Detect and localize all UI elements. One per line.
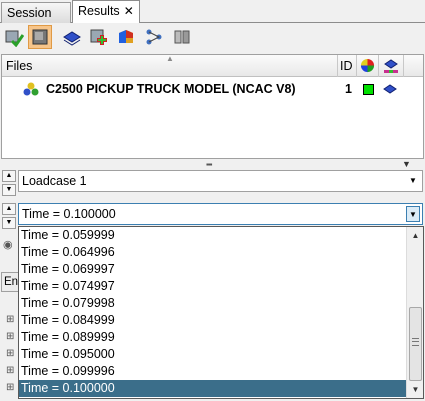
loadcase-select[interactable]: Loadcase 1 ▼	[18, 170, 423, 192]
panel-splitter[interactable]	[0, 159, 425, 167]
table-row[interactable]: C2500 PICKUP TRUCK MODEL (NCAC V8) 1	[2, 79, 423, 99]
tab-results-label: Results	[78, 4, 120, 18]
tab-results[interactable]: Results ✕	[72, 0, 140, 23]
list-item[interactable]: Time = 0.069997	[19, 261, 406, 278]
scroll-thumb[interactable]	[409, 307, 422, 381]
expand-icon[interactable]: ⊞	[6, 331, 17, 342]
column-color[interactable]	[357, 55, 379, 77]
close-icon[interactable]: ✕	[124, 4, 134, 18]
tab-strip: Session Results ✕	[0, 0, 425, 23]
list-item[interactable]: Time = 0.074997	[19, 278, 406, 295]
list-item[interactable]: Time = 0.059999	[19, 227, 406, 244]
tab-session-label: Session	[7, 6, 52, 20]
eye-icon[interactable]: ◉	[3, 238, 13, 251]
time-prev-button[interactable]: ▲	[2, 203, 16, 215]
list-item[interactable]: Time = 0.095000	[19, 346, 406, 363]
model-icon	[23, 82, 39, 96]
column-id-label: ID	[340, 59, 353, 73]
layer-visibility-icon[interactable]	[383, 83, 397, 95]
contour-icon	[119, 30, 133, 43]
time-dropdown-list[interactable]: Time = 0.059999 Time = 0.064996 Time = 0…	[18, 226, 424, 399]
model-name: C2500 PICKUP TRUCK MODEL (NCAC V8)	[46, 82, 296, 96]
components-button[interactable]	[170, 25, 194, 49]
chevron-down-icon[interactable]: ▼	[406, 206, 420, 222]
loadcase-value: Loadcase 1	[22, 174, 87, 188]
display-button[interactable]	[28, 25, 52, 49]
list-item[interactable]: Time = 0.089999	[19, 329, 406, 346]
sort-arrow-icon: ▲	[166, 54, 174, 63]
tab-session[interactable]: Session	[1, 2, 71, 23]
tree-icon	[146, 29, 162, 45]
chevron-down-icon[interactable]: ▼	[402, 159, 411, 169]
loadcase-prev-button[interactable]: ▲	[2, 170, 16, 182]
list-item[interactable]: Time = 0.064996	[19, 244, 406, 261]
open-model-button[interactable]	[2, 25, 26, 49]
grip-icon	[412, 338, 419, 346]
time-next-button[interactable]: ▼	[2, 217, 16, 229]
scroll-up-icon[interactable]: ▲	[407, 227, 423, 244]
display-icon	[32, 29, 48, 45]
add-icon	[90, 29, 107, 45]
expand-icon[interactable]: ⊞	[6, 365, 17, 376]
cylinders-icon	[174, 30, 190, 44]
chevron-down-icon[interactable]: ▼	[406, 173, 420, 189]
color-wheel-icon	[360, 58, 375, 73]
vertical-scrollbar[interactable]: ▲ ▼	[406, 227, 423, 398]
scroll-down-icon[interactable]: ▼	[407, 381, 423, 398]
model-id: 1	[345, 82, 352, 96]
tree-view-button[interactable]	[142, 25, 166, 49]
splitter-grip-icon[interactable]: ▪▪▪	[206, 160, 212, 169]
time-value: Time = 0.100000	[22, 207, 116, 221]
contour-button[interactable]	[114, 25, 138, 49]
list-item[interactable]: Time = 0.084999	[19, 312, 406, 329]
list-item[interactable]: Time = 0.079998	[19, 295, 406, 312]
expand-icon[interactable]: ⊞	[6, 382, 17, 393]
list-item-selected[interactable]: Time = 0.100000	[19, 380, 406, 397]
loadcase-next-button[interactable]: ▼	[2, 184, 16, 196]
files-panel: Files ▲ ID C2500 PICKUP TRUCK MODEL (NCA…	[1, 54, 424, 159]
expand-icon[interactable]: ⊞	[6, 314, 17, 325]
files-table-header: Files ▲ ID	[2, 54, 423, 77]
open-model-icon	[5, 30, 24, 47]
results-toolbar	[0, 24, 425, 52]
display-layer-icon	[384, 59, 398, 73]
list-item[interactable]: Time = 0.099996	[19, 363, 406, 380]
column-files-label: Files	[6, 59, 33, 73]
time-select[interactable]: Time = 0.100000 ▼	[18, 203, 423, 225]
add-entity-button[interactable]	[87, 25, 111, 49]
expand-icon[interactable]: ⊞	[6, 348, 17, 359]
layer-icon	[63, 31, 81, 46]
model-color-swatch[interactable]	[363, 84, 374, 95]
entity-tab-label: En	[4, 276, 19, 288]
layer-button[interactable]	[60, 25, 84, 49]
column-display[interactable]	[379, 55, 404, 77]
column-id[interactable]: ID	[338, 55, 357, 77]
